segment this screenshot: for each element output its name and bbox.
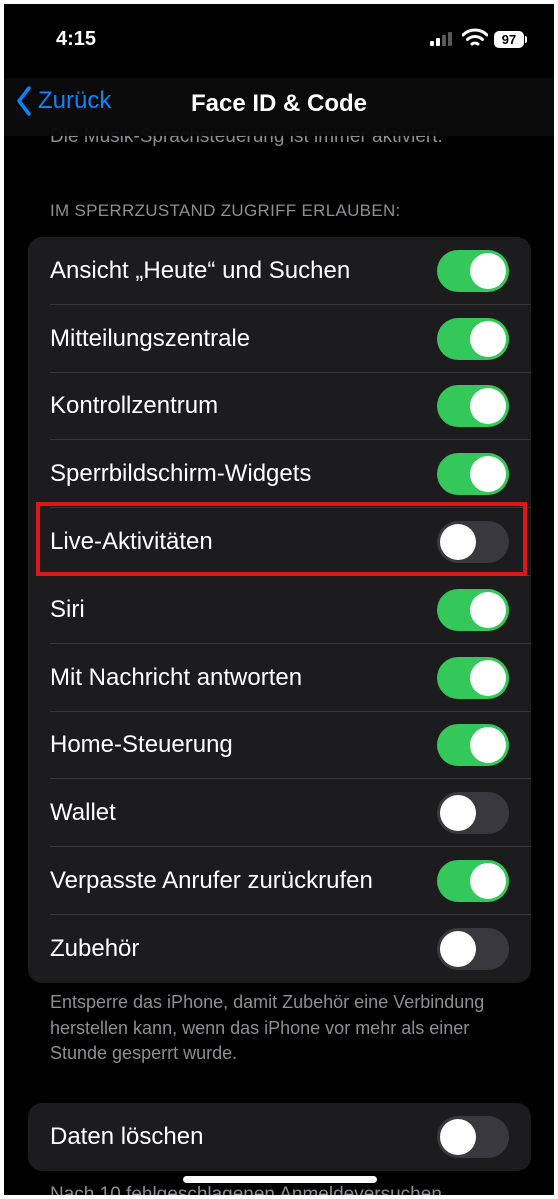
truncated-footnote-bottom: Nach 10 fehlgeschlagenen Anmeldeversuche…: [50, 1184, 442, 1195]
row-label: Siri: [50, 595, 85, 623]
section-footer-note: Entsperre das iPhone, damit Zubehör eine…: [50, 992, 485, 1063]
toggle-knob: [440, 1118, 476, 1155]
toggle-knob: [470, 320, 506, 357]
toggle-knob: [470, 863, 506, 900]
toggle-mit-nachricht-antworten[interactable]: [437, 656, 509, 699]
toggle-daten-loeschen[interactable]: [437, 1115, 509, 1158]
phone-screen: Die Musik-Sprachsteuerung ist immer akti…: [4, 4, 554, 1195]
page-title: Face ID & Code: [190, 90, 368, 117]
settings-content: Die Musik-Sprachsteuerung ist immer akti…: [4, 4, 554, 1195]
row-wallet[interactable]: Wallet: [28, 779, 531, 848]
toggle-verpasste-anrufer[interactable]: [437, 860, 509, 903]
toggle-sperrbildschirm-widgets[interactable]: [437, 453, 509, 496]
row-label: Kontrollzentrum: [50, 392, 219, 420]
toggle-knob: [470, 252, 506, 289]
highlight-box: [36, 502, 527, 576]
toggle-knob: [470, 388, 506, 425]
row-home-steuerung[interactable]: Home-Steuerung: [28, 712, 531, 780]
status-bar: 4:15 97: [4, 4, 554, 78]
row-zubehoer[interactable]: Zubehör: [28, 915, 531, 983]
toggle-knob: [470, 591, 506, 628]
toggle-mitteilungszentrale[interactable]: [437, 317, 509, 360]
toggle-knob: [440, 930, 476, 967]
toggle-wallet[interactable]: [437, 792, 509, 835]
row-siri[interactable]: Siri: [28, 576, 531, 644]
row-label: Mit Nachricht antworten: [50, 663, 303, 691]
battery-icon: 97: [494, 31, 524, 48]
row-label: Verpasste Anrufer zurückrufen: [50, 867, 373, 895]
toggle-heute-suchen[interactable]: [437, 249, 509, 292]
row-heute-suchen[interactable]: Ansicht „Heute“ und Suchen: [28, 237, 531, 305]
toggle-zubehoer[interactable]: [437, 927, 509, 970]
row-verpasste-anrufer[interactable]: Verpasste Anrufer zurückrufen: [28, 847, 531, 915]
toggle-siri[interactable]: [437, 588, 509, 631]
row-kontrollzentrum[interactable]: Kontrollzentrum: [28, 373, 531, 441]
lock-access-list: Ansicht „Heute“ und Suchen Mitteilungsze…: [28, 237, 531, 983]
toggle-knob: [470, 659, 506, 696]
row-label: Mitteilungszentrale: [50, 324, 251, 352]
row-mit-nachricht-antworten[interactable]: Mit Nachricht antworten: [28, 644, 531, 712]
status-time: 4:15: [56, 28, 97, 50]
row-label: Home-Steuerung: [50, 731, 233, 759]
row-mitteilungszentrale[interactable]: Mitteilungszentrale: [28, 305, 531, 373]
home-indicator: [183, 1176, 377, 1183]
row-label: Ansicht „Heute“ und Suchen: [50, 256, 351, 284]
cellular-signal-icon: [430, 30, 452, 46]
row-label: Wallet: [50, 799, 116, 827]
toggle-knob: [470, 456, 506, 493]
toggle-knob: [470, 727, 506, 764]
row-label: Sperrbildschirm-Widgets: [50, 460, 312, 488]
toggle-home-steuerung[interactable]: [437, 724, 509, 767]
row-sperrbildschirm-widgets[interactable]: Sperrbildschirm-Widgets: [28, 440, 531, 509]
row-label: Daten löschen: [50, 1122, 204, 1150]
section-header: IM SPERRZUSTAND ZUGRIFF ERLAUBEN:: [50, 201, 401, 220]
toggle-kontrollzentrum[interactable]: [437, 385, 509, 428]
erase-data-group: Daten löschen: [28, 1103, 531, 1171]
row-daten-loeschen[interactable]: Daten löschen: [28, 1103, 531, 1171]
row-label: Zubehör: [50, 934, 140, 962]
toggle-knob: [440, 795, 476, 832]
battery-nub: [525, 36, 527, 43]
navigation-bar: Zurück Face ID & Code: [4, 78, 554, 136]
wifi-icon: [462, 28, 488, 46]
